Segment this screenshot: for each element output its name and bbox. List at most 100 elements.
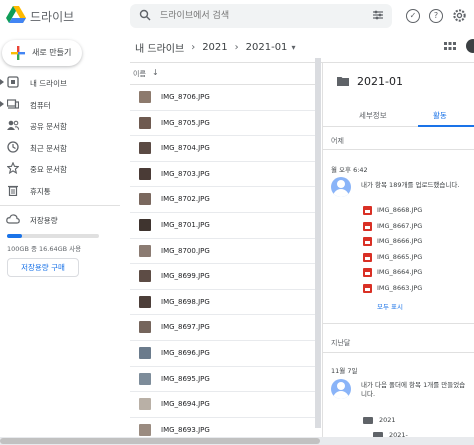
uploaded-file-name: IMG_8666.JPG xyxy=(377,237,423,245)
file-row[interactable]: IMG_8696.JPG xyxy=(130,341,320,367)
sidebar-item-my-drive[interactable]: 내 드라이브 xyxy=(0,72,120,94)
file-list: 이름 ↓ IMG_8706.JPG IMG_8705.JPG IMG_8704.JP… xyxy=(130,63,320,445)
image-file-icon xyxy=(363,237,372,246)
sidebar-nav: 내 드라이브 컴퓨터 공유 문서함 최근 문서함 중요 문서함 휴지통 xyxy=(0,72,120,201)
file-row[interactable]: IMG_8704.JPG xyxy=(130,136,320,162)
plus-icon xyxy=(11,46,25,60)
file-row[interactable]: IMG_8705.JPG xyxy=(130,111,320,137)
filter-icon[interactable] xyxy=(372,9,384,21)
search-input[interactable] xyxy=(160,8,360,24)
file-name: IMG_8695.JPG xyxy=(161,374,210,383)
image-file-icon xyxy=(363,268,372,277)
buy-storage-button[interactable]: 저장용량 구매 xyxy=(7,258,79,277)
image-thumbnail xyxy=(139,295,151,308)
file-name: IMG_8697.JPG xyxy=(161,323,210,332)
new-button[interactable]: 새로 만들기 xyxy=(2,40,82,66)
sidebar-divider xyxy=(0,205,120,206)
breadcrumb-item[interactable]: 2021 xyxy=(202,42,227,53)
active-tab-indicator xyxy=(418,125,474,127)
section-yesterday: 어제 xyxy=(331,137,344,145)
settings-icon[interactable] xyxy=(452,8,467,23)
brand-title: 드라이브 xyxy=(30,10,75,24)
activity-time: 월 오후 6:42 xyxy=(331,166,368,174)
expand-arrow-icon[interactable] xyxy=(0,79,4,85)
my-drive-icon xyxy=(7,76,19,88)
file-name: IMG_8700.JPG xyxy=(161,246,210,255)
panel-title: 2021-01 xyxy=(357,75,403,88)
sidebar-item-label: 중요 문서함 xyxy=(30,165,67,174)
file-name: IMG_8699.JPG xyxy=(161,272,210,281)
sort-arrow-icon[interactable]: ↓ xyxy=(152,68,159,77)
image-thumbnail xyxy=(139,142,151,155)
new-button-label: 새로 만들기 xyxy=(32,48,72,57)
file-name: IMG_8698.JPG xyxy=(161,297,210,306)
drive-logo-icon[interactable] xyxy=(6,6,26,24)
image-thumbnail xyxy=(139,193,151,206)
sidebar-item-recent[interactable]: 최근 문서함 xyxy=(0,137,120,159)
file-row[interactable]: IMG_8702.JPG xyxy=(130,187,320,213)
file-name: IMG_8705.JPG xyxy=(161,118,210,127)
activity-text: 내가 다음 폴더에 항목 1개를 만들었습니다. xyxy=(361,381,466,398)
breadcrumb-item[interactable]: 내 드라이브 xyxy=(135,40,184,55)
chevron-right-icon: › xyxy=(191,41,196,53)
image-thumbnail xyxy=(139,398,151,411)
panel-tabs: 세부정보 활동 xyxy=(323,103,474,127)
sidebar-item-shared[interactable]: 공유 문서함 xyxy=(0,115,120,137)
chevron-down-icon[interactable]: ▾ xyxy=(291,43,295,52)
file-row[interactable]: IMG_8706.JPG xyxy=(130,85,320,111)
activity-text: 내가 항목 189개를 업로드했습니다. xyxy=(361,181,460,189)
file-row[interactable]: IMG_8703.JPG xyxy=(130,162,320,188)
image-file-icon xyxy=(363,221,372,231)
star-icon xyxy=(7,162,19,174)
file-row[interactable]: IMG_8695.JPG xyxy=(130,367,320,393)
file-rows: IMG_8706.JPG IMG_8705.JPG IMG_8704.JPG IMG_… xyxy=(130,85,320,444)
sidebar-item-storage[interactable]: 저장용량 xyxy=(0,212,120,228)
image-thumbnail xyxy=(139,167,151,180)
trash-icon xyxy=(8,185,18,196)
sidebar-item-trash[interactable]: 휴지통 xyxy=(0,180,120,202)
vertical-scrollbar[interactable] xyxy=(315,58,321,428)
storage-label: 저장용량 xyxy=(30,216,58,225)
breadcrumb: 내 드라이브 › 2021 › 2021-01 ▾ xyxy=(135,40,295,55)
file-row[interactable]: IMG_8701.JPG xyxy=(130,213,320,239)
image-thumbnail xyxy=(139,218,151,231)
sidebar-item-computers[interactable]: 컴퓨터 xyxy=(0,94,120,116)
file-row[interactable]: IMG_8698.JPG xyxy=(130,290,320,316)
list-header: 이름 ↓ xyxy=(130,63,320,85)
help-icon[interactable]: ? xyxy=(429,9,443,23)
file-row[interactable]: IMG_8697.JPG xyxy=(130,315,320,341)
image-thumbnail xyxy=(139,91,151,103)
avatar xyxy=(331,177,351,197)
breadcrumb-item[interactable]: 2021-01 xyxy=(246,42,288,53)
image-thumbnail xyxy=(139,423,151,436)
tab-details[interactable]: 세부정보 xyxy=(359,110,387,121)
uploaded-file-name: IMG_8664.JPG xyxy=(377,268,423,276)
sidebar-item-label: 내 드라이브 xyxy=(30,79,67,88)
file-name: IMG_8701.JPG xyxy=(161,220,210,229)
show-all-link[interactable]: 모두 표시 xyxy=(377,301,403,311)
scrollbar-thumb[interactable] xyxy=(0,438,320,444)
section-divider xyxy=(323,323,474,324)
offline-icon[interactable]: ✓ xyxy=(406,9,420,23)
name-column-header[interactable]: 이름 xyxy=(133,69,146,79)
file-row[interactable]: IMG_8699.JPG xyxy=(130,264,320,290)
file-name: IMG_8696.JPG xyxy=(161,348,210,357)
horizontal-scrollbar[interactable] xyxy=(0,437,474,445)
folder-name: 2021 xyxy=(379,416,396,424)
info-icon[interactable] xyxy=(466,39,474,53)
file-row[interactable]: IMG_8700.JPG xyxy=(130,239,320,265)
grid-view-icon[interactable] xyxy=(444,42,456,52)
expand-arrow-icon[interactable] xyxy=(0,100,4,107)
sidebar-item-starred[interactable]: 중요 문서함 xyxy=(0,158,120,180)
search-icon[interactable] xyxy=(139,9,151,21)
uploaded-file-name: IMG_8663.JPG xyxy=(377,283,423,292)
file-row[interactable]: IMG_8694.JPG xyxy=(130,392,320,418)
section-divider xyxy=(323,352,474,353)
details-panel: 2021-01 세부정보 활동 어제 월 오후 6:42 내가 항목 189개를… xyxy=(322,63,474,437)
file-name: IMG_8703.JPG xyxy=(161,169,210,178)
search-bar[interactable] xyxy=(130,4,392,28)
folder-icon xyxy=(337,77,349,86)
file-name: IMG_8694.JPG xyxy=(161,400,210,409)
tab-activity[interactable]: 활동 xyxy=(433,110,447,121)
uploaded-file-name: IMG_8668.JPG xyxy=(377,206,423,214)
